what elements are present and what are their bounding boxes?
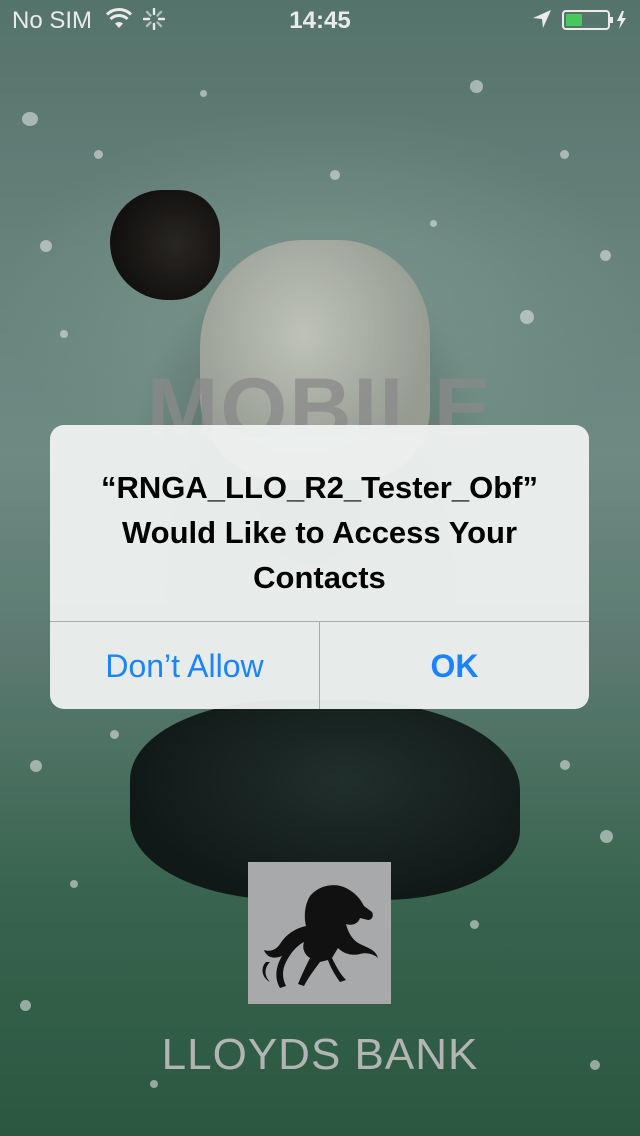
alert-button-row: Don’t Allow OK [50, 621, 589, 709]
alert-title: “RNGA_LLO_R2_Tester_Obf” Would Like to A… [101, 470, 538, 595]
bank-name: LLOYDS BANK [161, 1030, 479, 1079]
ok-button[interactable]: OK [319, 622, 589, 709]
lloyds-logo [248, 862, 391, 1004]
dont-allow-button[interactable]: Don’t Allow [50, 622, 319, 709]
contacts-permission-alert: “RNGA_LLO_R2_Tester_Obf” Would Like to A… [50, 425, 589, 709]
black-horse-logo-icon [262, 885, 378, 988]
app-screen: MOBILE No SIM 14:45 “RNGA_LLO_R2_Tester_… [0, 0, 640, 1136]
